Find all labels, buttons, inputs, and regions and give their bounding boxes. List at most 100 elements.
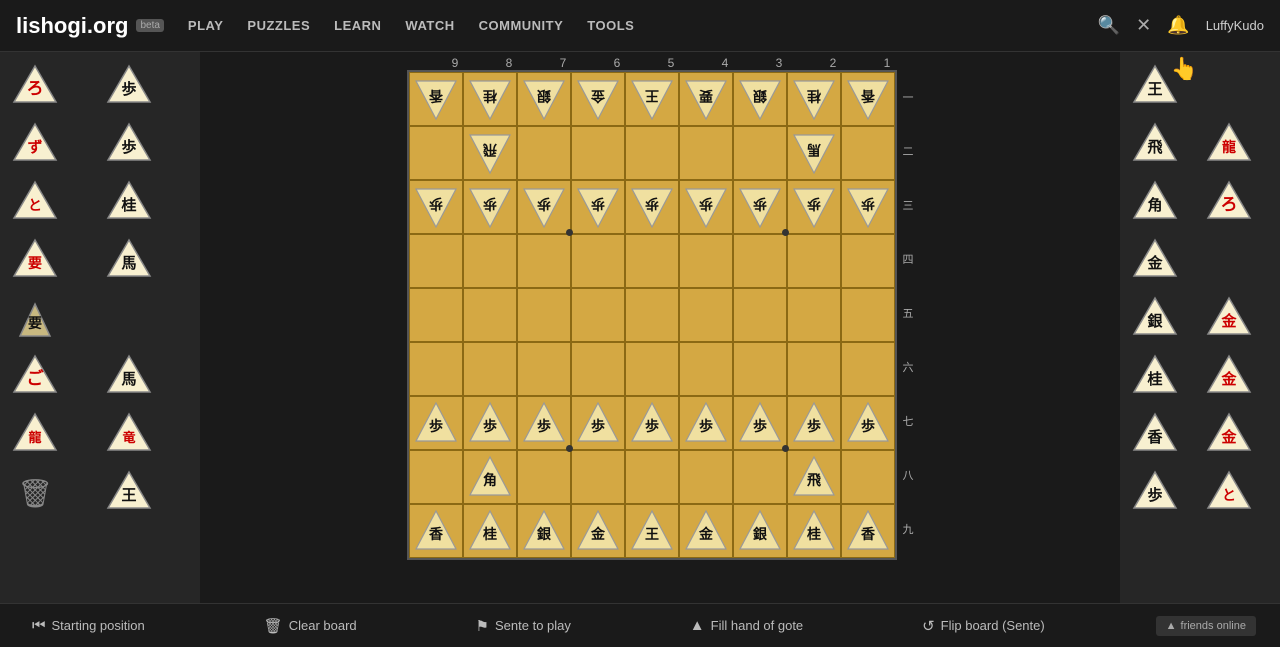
board-cell[interactable] bbox=[571, 450, 625, 504]
board-cell[interactable]: 桂 bbox=[463, 72, 517, 126]
board-cell[interactable] bbox=[733, 450, 787, 504]
bell-icon[interactable]: 🔔 bbox=[1167, 15, 1189, 36]
nav-community[interactable]: COMMUNITY bbox=[479, 18, 564, 33]
board-cell[interactable]: 歩 bbox=[625, 396, 679, 450]
tray-piece-5[interactable]: と bbox=[8, 176, 62, 230]
board-cell[interactable] bbox=[571, 342, 625, 396]
board-cell[interactable] bbox=[517, 288, 571, 342]
sente-to-play-btn[interactable]: ⚑ Sente to play bbox=[468, 613, 579, 639]
board-cell[interactable]: 王 bbox=[625, 72, 679, 126]
board-cell[interactable]: 金 bbox=[679, 504, 733, 558]
tray-piece-4[interactable]: 歩 bbox=[102, 118, 156, 172]
tray-piece-13[interactable]: 竜 bbox=[102, 408, 156, 462]
trash-icon[interactable]: 🗑 bbox=[8, 466, 62, 520]
board-cell[interactable] bbox=[463, 288, 517, 342]
board-cell[interactable] bbox=[409, 234, 463, 288]
right-pgold[interactable]: 金 bbox=[1202, 292, 1256, 346]
board-cell[interactable] bbox=[841, 288, 895, 342]
board-cell[interactable] bbox=[409, 342, 463, 396]
username[interactable]: LuffyKudo bbox=[1206, 18, 1264, 33]
board-cell[interactable]: 王 bbox=[625, 504, 679, 558]
board-cell[interactable]: 飛 bbox=[787, 450, 841, 504]
board-cell[interactable]: 歩 bbox=[733, 396, 787, 450]
board-cell[interactable] bbox=[733, 234, 787, 288]
board-cell[interactable]: 銀 bbox=[517, 72, 571, 126]
board-cell[interactable] bbox=[841, 126, 895, 180]
right-tokin[interactable]: と bbox=[1202, 466, 1256, 520]
board-cell[interactable]: 桂 bbox=[787, 504, 841, 558]
right-pknight[interactable]: 金 bbox=[1202, 350, 1256, 404]
board-cell[interactable] bbox=[841, 450, 895, 504]
board-cell[interactable] bbox=[517, 126, 571, 180]
board-cell[interactable] bbox=[733, 126, 787, 180]
tray-piece-11[interactable]: 馬 bbox=[102, 350, 156, 404]
board-cell[interactable] bbox=[625, 234, 679, 288]
board-cell[interactable] bbox=[463, 234, 517, 288]
board-cell[interactable]: 香 bbox=[409, 72, 463, 126]
board-cell[interactable]: 歩 bbox=[679, 396, 733, 450]
board-cell[interactable] bbox=[517, 342, 571, 396]
board-cell[interactable] bbox=[679, 126, 733, 180]
right-knight[interactable]: 桂 bbox=[1128, 350, 1182, 404]
tray-piece-8[interactable]: 馬 bbox=[102, 234, 156, 288]
board-cell[interactable] bbox=[787, 234, 841, 288]
board-cell[interactable] bbox=[571, 234, 625, 288]
board-cell[interactable]: 歩 bbox=[517, 180, 571, 234]
board-cell[interactable] bbox=[733, 288, 787, 342]
board-cell[interactable]: 歩 bbox=[409, 180, 463, 234]
board-cell[interactable] bbox=[409, 450, 463, 504]
board-cell[interactable]: 香 bbox=[841, 504, 895, 558]
board-cell[interactable]: 歩 bbox=[517, 396, 571, 450]
board-cell[interactable]: 香 bbox=[409, 504, 463, 558]
board-cell[interactable]: 銀 bbox=[733, 504, 787, 558]
right-pbishop[interactable]: ろ bbox=[1202, 176, 1256, 230]
board-cell[interactable] bbox=[625, 288, 679, 342]
nav-play[interactable]: PLAY bbox=[188, 18, 223, 33]
clear-board-btn[interactable]: 🗑 Clear board bbox=[256, 613, 365, 639]
board-cell[interactable]: 金 bbox=[571, 504, 625, 558]
flip-board-btn[interactable]: ↺ Flip board (Sente) bbox=[914, 613, 1053, 639]
board-cell[interactable] bbox=[679, 234, 733, 288]
board-cell[interactable] bbox=[517, 234, 571, 288]
board-cell[interactable] bbox=[787, 342, 841, 396]
board-cell[interactable]: 桂 bbox=[463, 504, 517, 558]
board-cell[interactable] bbox=[625, 450, 679, 504]
nav-tools[interactable]: TOOLS bbox=[587, 18, 634, 33]
board-cell[interactable] bbox=[571, 288, 625, 342]
tray-piece-12[interactable]: 龍 bbox=[8, 408, 62, 462]
right-lance[interactable]: 香 bbox=[1128, 408, 1182, 462]
board-cell[interactable] bbox=[463, 342, 517, 396]
tray-piece-9[interactable]: 要 bbox=[8, 292, 62, 346]
board-cell[interactable] bbox=[733, 342, 787, 396]
board-cell[interactable]: 歩 bbox=[679, 180, 733, 234]
right-plance[interactable]: 金 bbox=[1202, 408, 1256, 462]
site-logo[interactable]: lishogi.org bbox=[16, 13, 128, 39]
board-cell[interactable] bbox=[409, 288, 463, 342]
board-cell[interactable]: 歩 bbox=[733, 180, 787, 234]
board-cell[interactable]: 歩 bbox=[841, 180, 895, 234]
board-cell[interactable]: 馬 bbox=[787, 126, 841, 180]
board-cell[interactable]: 歩 bbox=[571, 396, 625, 450]
board-cell[interactable] bbox=[679, 450, 733, 504]
board-cell[interactable] bbox=[625, 126, 679, 180]
board-cell[interactable]: 歩 bbox=[409, 396, 463, 450]
right-pawn[interactable]: 歩 bbox=[1128, 466, 1182, 520]
search-icon[interactable]: 🔍 bbox=[1098, 15, 1120, 36]
right-silver[interactable]: 銀 bbox=[1128, 292, 1182, 346]
board-cell[interactable] bbox=[625, 342, 679, 396]
nav-puzzles[interactable]: PUZZLES bbox=[247, 18, 310, 33]
board-cell[interactable]: 要 bbox=[679, 72, 733, 126]
board-cell[interactable]: 歩 bbox=[463, 180, 517, 234]
board-cell[interactable]: 歩 bbox=[841, 396, 895, 450]
tray-piece-10[interactable]: ご bbox=[8, 350, 62, 404]
board-cell[interactable]: 歩 bbox=[571, 180, 625, 234]
nav-watch[interactable]: WATCH bbox=[405, 18, 454, 33]
board-cell[interactable]: 飛 bbox=[463, 126, 517, 180]
board-cell[interactable] bbox=[409, 126, 463, 180]
tray-piece-1[interactable]: ろ bbox=[8, 60, 62, 114]
right-bishop[interactable]: 角 bbox=[1128, 176, 1182, 230]
board-cell[interactable]: 銀 bbox=[733, 72, 787, 126]
board-cell[interactable] bbox=[679, 288, 733, 342]
tray-piece-2[interactable]: 歩 bbox=[102, 60, 156, 114]
right-gold[interactable]: 金 bbox=[1128, 234, 1182, 288]
